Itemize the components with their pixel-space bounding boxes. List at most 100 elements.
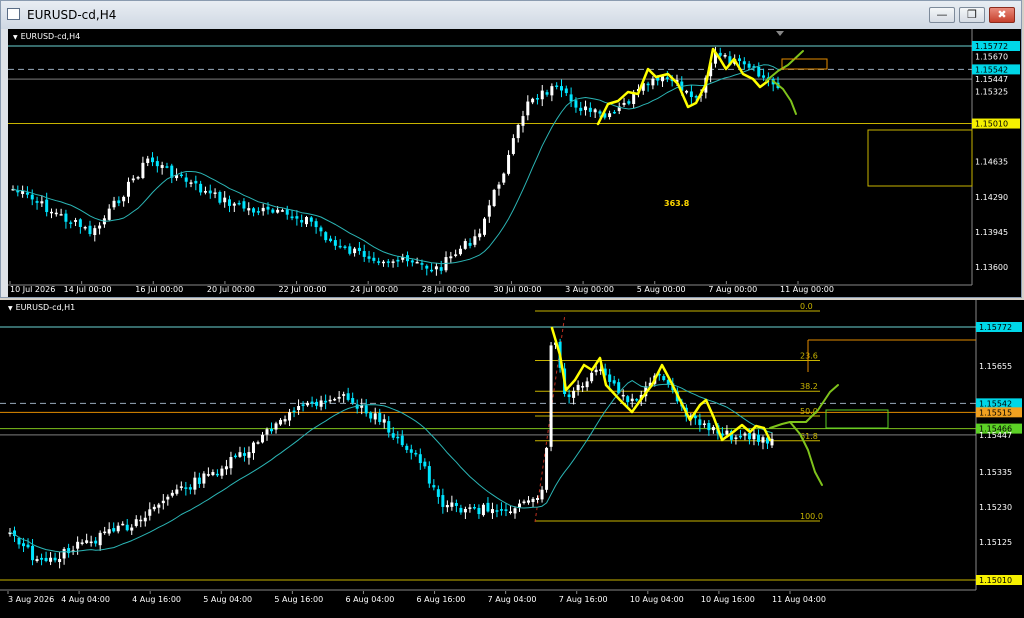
window-title: EURUSD-cd,H4 — [27, 8, 117, 22]
candle-body — [152, 506, 156, 510]
candle-body — [223, 197, 227, 203]
candle-body — [434, 266, 438, 270]
candle-body — [747, 433, 751, 440]
candle-body — [626, 396, 630, 403]
candle-body — [256, 442, 260, 444]
candle-body — [203, 191, 207, 193]
candle-body — [742, 61, 746, 65]
candle-body — [454, 254, 458, 256]
candle-body — [584, 106, 588, 111]
candle-body — [436, 489, 440, 497]
candle-body — [550, 86, 554, 96]
candle-body — [338, 245, 342, 248]
minimize-button[interactable]: — — [929, 7, 955, 23]
candle-body — [148, 509, 152, 516]
candle-body — [486, 502, 490, 512]
candle-body — [391, 433, 395, 438]
candle-body — [157, 504, 161, 508]
candle-body — [473, 236, 477, 245]
time-axis-label: 5 Aug 04:00 — [203, 595, 252, 604]
price-scale-label: 1.15010 — [979, 576, 1012, 585]
candle-body — [310, 401, 314, 404]
price-scale-label: 1.15772 — [979, 323, 1012, 332]
candle-body — [215, 473, 219, 476]
candle-body — [409, 449, 413, 453]
candle-body — [608, 374, 612, 382]
time-axis-label: 5 Aug 00:00 — [637, 285, 686, 294]
candle-body — [396, 436, 400, 439]
candle-body — [351, 398, 355, 403]
candle-body — [49, 557, 53, 562]
candle-body — [585, 381, 589, 388]
candle-body — [353, 248, 357, 254]
yellow-zone-box — [867, 129, 973, 187]
scroll-marker-icon — [776, 31, 784, 36]
candle-body — [300, 220, 304, 223]
candle-body — [378, 412, 382, 422]
candle-body — [743, 433, 747, 436]
h1-price-chart[interactable]: 0.0 23.6 38.2 50.0 61.8 100.0 1.15772 1.15655 1.… — [0, 300, 1024, 618]
candle-body — [430, 269, 434, 272]
candle-body — [285, 209, 289, 215]
candle-body — [752, 433, 756, 440]
candle-body — [693, 415, 697, 419]
candle-body — [427, 466, 431, 484]
candle-body — [555, 85, 559, 88]
candle-body — [495, 510, 499, 512]
price-scale-label: 1.15447 — [975, 75, 1008, 84]
candle-body — [274, 423, 278, 430]
candle-body — [74, 220, 78, 222]
candle-body — [608, 113, 612, 118]
candle-body — [40, 201, 44, 204]
candle-body — [301, 404, 305, 406]
candle-body — [432, 485, 436, 488]
candle-body — [364, 405, 368, 414]
candle-body — [651, 78, 655, 86]
price-scale-label: 1.15335 — [979, 468, 1012, 477]
candle-body — [49, 211, 53, 214]
candle-body — [381, 261, 385, 264]
time-axis-label: 7 Aug 16:00 — [559, 595, 608, 604]
candle-body — [193, 477, 197, 490]
time-axis-label: 30 Jul 00:00 — [493, 285, 541, 294]
candle-body — [228, 199, 232, 206]
candle-body — [165, 166, 169, 168]
close-button[interactable]: ✖ — [989, 7, 1015, 23]
candle-body — [160, 165, 164, 168]
candle-body — [125, 524, 129, 531]
candle-body — [445, 504, 449, 508]
candle-body — [184, 177, 188, 182]
candle-body — [59, 214, 63, 216]
candle-body — [238, 452, 242, 457]
candle-body — [130, 527, 134, 531]
candle-body — [527, 500, 531, 503]
candle-body — [685, 90, 689, 93]
candle-body — [103, 531, 107, 534]
candle-body — [478, 233, 482, 238]
candle-body — [621, 394, 625, 397]
candle-body — [151, 157, 155, 163]
candle-body — [454, 503, 458, 506]
candle-body — [121, 523, 125, 526]
restore-button[interactable]: ❐ — [959, 7, 985, 23]
candle-body — [702, 423, 706, 425]
candle-body — [414, 452, 418, 455]
candle-body — [487, 205, 491, 217]
price-scale-label: 1.15772 — [975, 42, 1008, 51]
candle-body — [295, 216, 299, 219]
candle-body — [333, 398, 337, 401]
h4-price-chart[interactable]: 363.8 1.15772 1.15670 1.15542 1.15447 1.15325… — [8, 29, 1021, 297]
chart-window-h4[interactable]: EURUSD-cd,H4 — ❐ ✖ 363.8 1.15772 1.15670 1.… — [0, 0, 1022, 298]
time-axis-label: 28 Jul 00:00 — [422, 285, 470, 294]
candle-body — [531, 98, 535, 103]
candle-body — [400, 435, 404, 446]
candle-body — [711, 427, 715, 431]
candle-body — [612, 111, 616, 114]
time-axis-label: 11 Aug 00:00 — [780, 285, 834, 294]
time-axis-label: 24 Jul 00:00 — [350, 285, 398, 294]
candle-body — [112, 528, 116, 532]
time-axis-label: 4 Aug 04:00 — [61, 595, 110, 604]
candle-body — [576, 384, 580, 391]
window-titlebar[interactable]: EURUSD-cd,H4 — ❐ ✖ — [1, 1, 1021, 29]
candle-body — [260, 434, 264, 443]
